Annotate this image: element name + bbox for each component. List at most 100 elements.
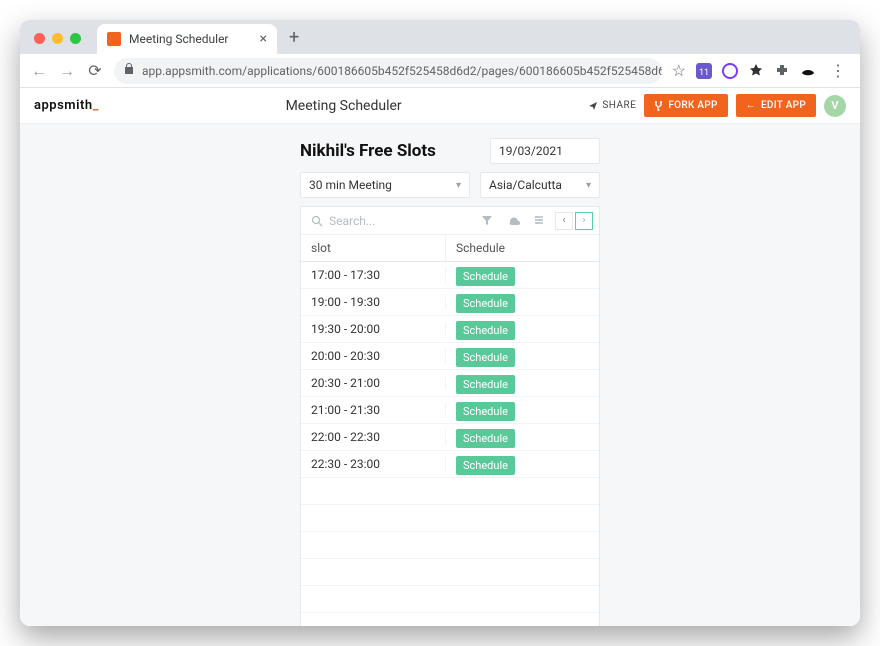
- url-text: app.appsmith.com/applications/600186605b…: [142, 64, 662, 78]
- minimize-window-button[interactable]: [52, 33, 63, 44]
- schedule-button[interactable]: Schedule: [456, 375, 515, 394]
- search-placeholder: Search...: [329, 214, 375, 228]
- header-actions: SHARE FORK APP ← EDIT APP V: [588, 94, 846, 117]
- fork-label: FORK APP: [668, 100, 717, 111]
- cell-schedule: Schedule: [446, 400, 599, 421]
- fork-icon: [654, 101, 663, 111]
- tab-title: Meeting Scheduler: [129, 32, 229, 46]
- meeting-type-value: 30 min Meeting: [309, 178, 392, 192]
- cell-slot: 20:00 - 20:30: [301, 349, 446, 363]
- table-row: 22:30 - 23:00 Schedule: [301, 451, 599, 478]
- avatar[interactable]: V: [824, 95, 846, 117]
- favicon-icon: [107, 32, 121, 46]
- cell-schedule: Schedule: [446, 373, 599, 394]
- table-row-empty: [301, 613, 599, 626]
- extension-icon-1[interactable]: 11: [696, 63, 712, 79]
- cell-schedule: Schedule: [446, 427, 599, 448]
- edit-label: EDIT APP: [761, 100, 806, 111]
- date-input[interactable]: 19/03/2021: [490, 138, 600, 164]
- lock-icon: [124, 63, 134, 78]
- timezone-select[interactable]: Asia/Calcutta ▾: [480, 172, 600, 198]
- table-row: 17:00 - 17:30 Schedule: [301, 262, 599, 289]
- schedule-button[interactable]: Schedule: [456, 294, 515, 313]
- download-icon[interactable]: [503, 211, 523, 230]
- extension-icon-2[interactable]: [722, 63, 738, 79]
- slots-table: Search... ‹ ›: [300, 206, 600, 626]
- meeting-type-select[interactable]: 30 min Meeting ▾: [300, 172, 470, 198]
- content-area: Nikhil's Free Slots 19/03/2021 30 min Me…: [300, 138, 600, 626]
- pager: ‹ ›: [555, 212, 593, 230]
- schedule-button[interactable]: Schedule: [456, 348, 515, 367]
- cell-schedule: Schedule: [446, 292, 599, 313]
- app-canvas: Nikhil's Free Slots 19/03/2021 30 min Me…: [20, 124, 860, 626]
- window-controls: [34, 33, 81, 44]
- table-row: 22:00 - 22:30 Schedule: [301, 424, 599, 451]
- cell-schedule: Schedule: [446, 346, 599, 367]
- table-row: 20:00 - 20:30 Schedule: [301, 343, 599, 370]
- chevron-down-icon: ▾: [456, 180, 461, 191]
- cell-slot: 22:30 - 23:00: [301, 457, 446, 471]
- table-row-empty: [301, 478, 599, 505]
- maximize-window-button[interactable]: [70, 33, 81, 44]
- cell-schedule: Schedule: [446, 319, 599, 340]
- extension-icon-5[interactable]: [800, 63, 816, 79]
- cell-slot: 17:00 - 17:30: [301, 268, 446, 282]
- extension-icons: 11: [696, 63, 816, 79]
- schedule-button[interactable]: Schedule: [456, 429, 515, 448]
- pager-prev-button[interactable]: ‹: [555, 212, 573, 230]
- th-slot: slot: [301, 235, 446, 261]
- cell-slot: 19:30 - 20:00: [301, 322, 446, 336]
- table-row: 20:30 - 21:00 Schedule: [301, 370, 599, 397]
- forward-button[interactable]: →: [58, 61, 76, 81]
- search-icon: [311, 215, 323, 227]
- app-header: appsmith_ Meeting Scheduler SHARE FORK A…: [20, 88, 860, 124]
- cell-slot: 19:00 - 19:30: [301, 295, 446, 309]
- timezone-value: Asia/Calcutta: [489, 178, 562, 192]
- browser-toolbar: ← → ⟳ app.appsmith.com/applications/6001…: [20, 54, 860, 88]
- browser-tab[interactable]: Meeting Scheduler ×: [97, 24, 277, 54]
- filter-icon[interactable]: [477, 211, 497, 230]
- back-button[interactable]: ←: [30, 61, 48, 81]
- schedule-button[interactable]: Schedule: [456, 402, 515, 421]
- cell-schedule: Schedule: [446, 454, 599, 475]
- new-tab-button[interactable]: +: [289, 27, 299, 48]
- table-row-empty: [301, 532, 599, 559]
- table-row-empty: [301, 505, 599, 532]
- fork-app-button[interactable]: FORK APP: [644, 94, 727, 117]
- table-row-empty: [301, 559, 599, 586]
- bookmark-star-icon[interactable]: ☆: [672, 61, 686, 80]
- table-head: slot Schedule: [301, 235, 599, 262]
- svg-text:11: 11: [699, 68, 709, 78]
- cell-schedule: Schedule: [446, 265, 599, 286]
- pager-next-button[interactable]: ›: [575, 212, 593, 230]
- address-bar[interactable]: app.appsmith.com/applications/600186605b…: [114, 58, 662, 84]
- table-toolbar: Search... ‹ ›: [301, 207, 599, 235]
- extension-icon-4[interactable]: [774, 63, 790, 79]
- browser-menu-button[interactable]: ⋮: [826, 61, 850, 80]
- settings-icon[interactable]: [529, 211, 549, 230]
- brand-logo[interactable]: appsmith_: [34, 98, 99, 113]
- schedule-button[interactable]: Schedule: [456, 321, 515, 340]
- share-button[interactable]: SHARE: [588, 100, 636, 111]
- th-schedule: Schedule: [446, 235, 599, 261]
- cell-slot: 20:30 - 21:00: [301, 376, 446, 390]
- page-title: Nikhil's Free Slots: [300, 141, 480, 161]
- extension-icon-3[interactable]: [748, 63, 764, 79]
- table-body: 17:00 - 17:30 Schedule 19:00 - 19:30 Schedu…: [301, 262, 599, 626]
- table-row-empty: [301, 586, 599, 613]
- schedule-button[interactable]: Schedule: [456, 456, 515, 475]
- brand-text: appsmith: [34, 98, 93, 113]
- reload-button[interactable]: ⟳: [86, 61, 104, 80]
- close-tab-icon[interactable]: ×: [260, 31, 267, 47]
- browser-window: Meeting Scheduler × + ← → ⟳ app.appsmith…: [20, 20, 860, 626]
- table-row: 21:00 - 21:30Schedule: [301, 397, 599, 424]
- titlebar: Meeting Scheduler × +: [20, 20, 860, 54]
- schedule-button[interactable]: Schedule: [456, 267, 515, 286]
- close-window-button[interactable]: [34, 33, 45, 44]
- table-row: 19:00 - 19:30 Schedule: [301, 289, 599, 316]
- app-title: Meeting Scheduler: [109, 98, 578, 114]
- edit-app-button[interactable]: ← EDIT APP: [736, 94, 816, 117]
- table-search[interactable]: Search...: [307, 214, 471, 228]
- share-label: SHARE: [602, 100, 636, 111]
- cell-slot: 22:00 - 22:30: [301, 430, 446, 444]
